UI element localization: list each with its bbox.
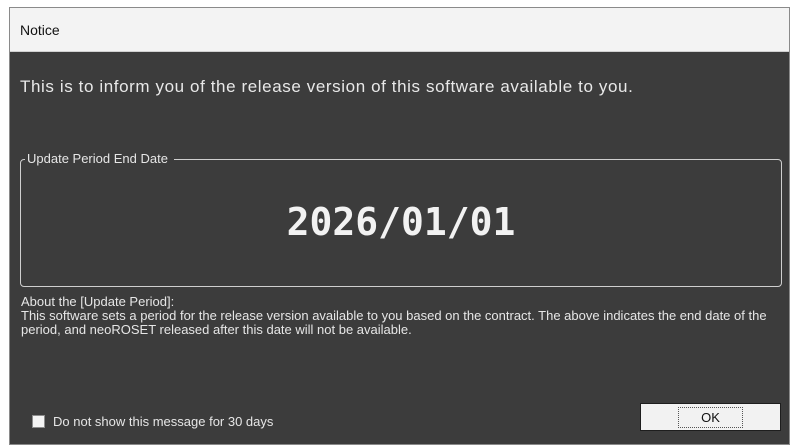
update-period-end-date: 2026/01/01 (286, 200, 516, 244)
title-bar: Notice (10, 8, 789, 52)
ok-button-label: OK (678, 406, 743, 428)
notice-dialog: Notice This is to inform you of the rele… (9, 7, 790, 445)
window-title: Notice (20, 21, 60, 38)
info-message: This is to inform you of the release ver… (20, 77, 634, 96)
dont-show-row[interactable]: Do not show this message for 30 days (32, 414, 273, 429)
ok-button[interactable]: OK (640, 403, 781, 431)
about-title: About the [Update Period]: (21, 294, 175, 309)
about-section: About the [Update Period]: This software… (21, 295, 781, 337)
update-period-group: Update Period End Date 2026/01/01 (20, 151, 782, 287)
dont-show-label[interactable]: Do not show this message for 30 days (53, 414, 273, 429)
update-period-group-label: Update Period End Date (25, 151, 174, 166)
about-body: This software sets a period for the rele… (21, 308, 767, 337)
dont-show-checkbox[interactable] (32, 415, 45, 428)
